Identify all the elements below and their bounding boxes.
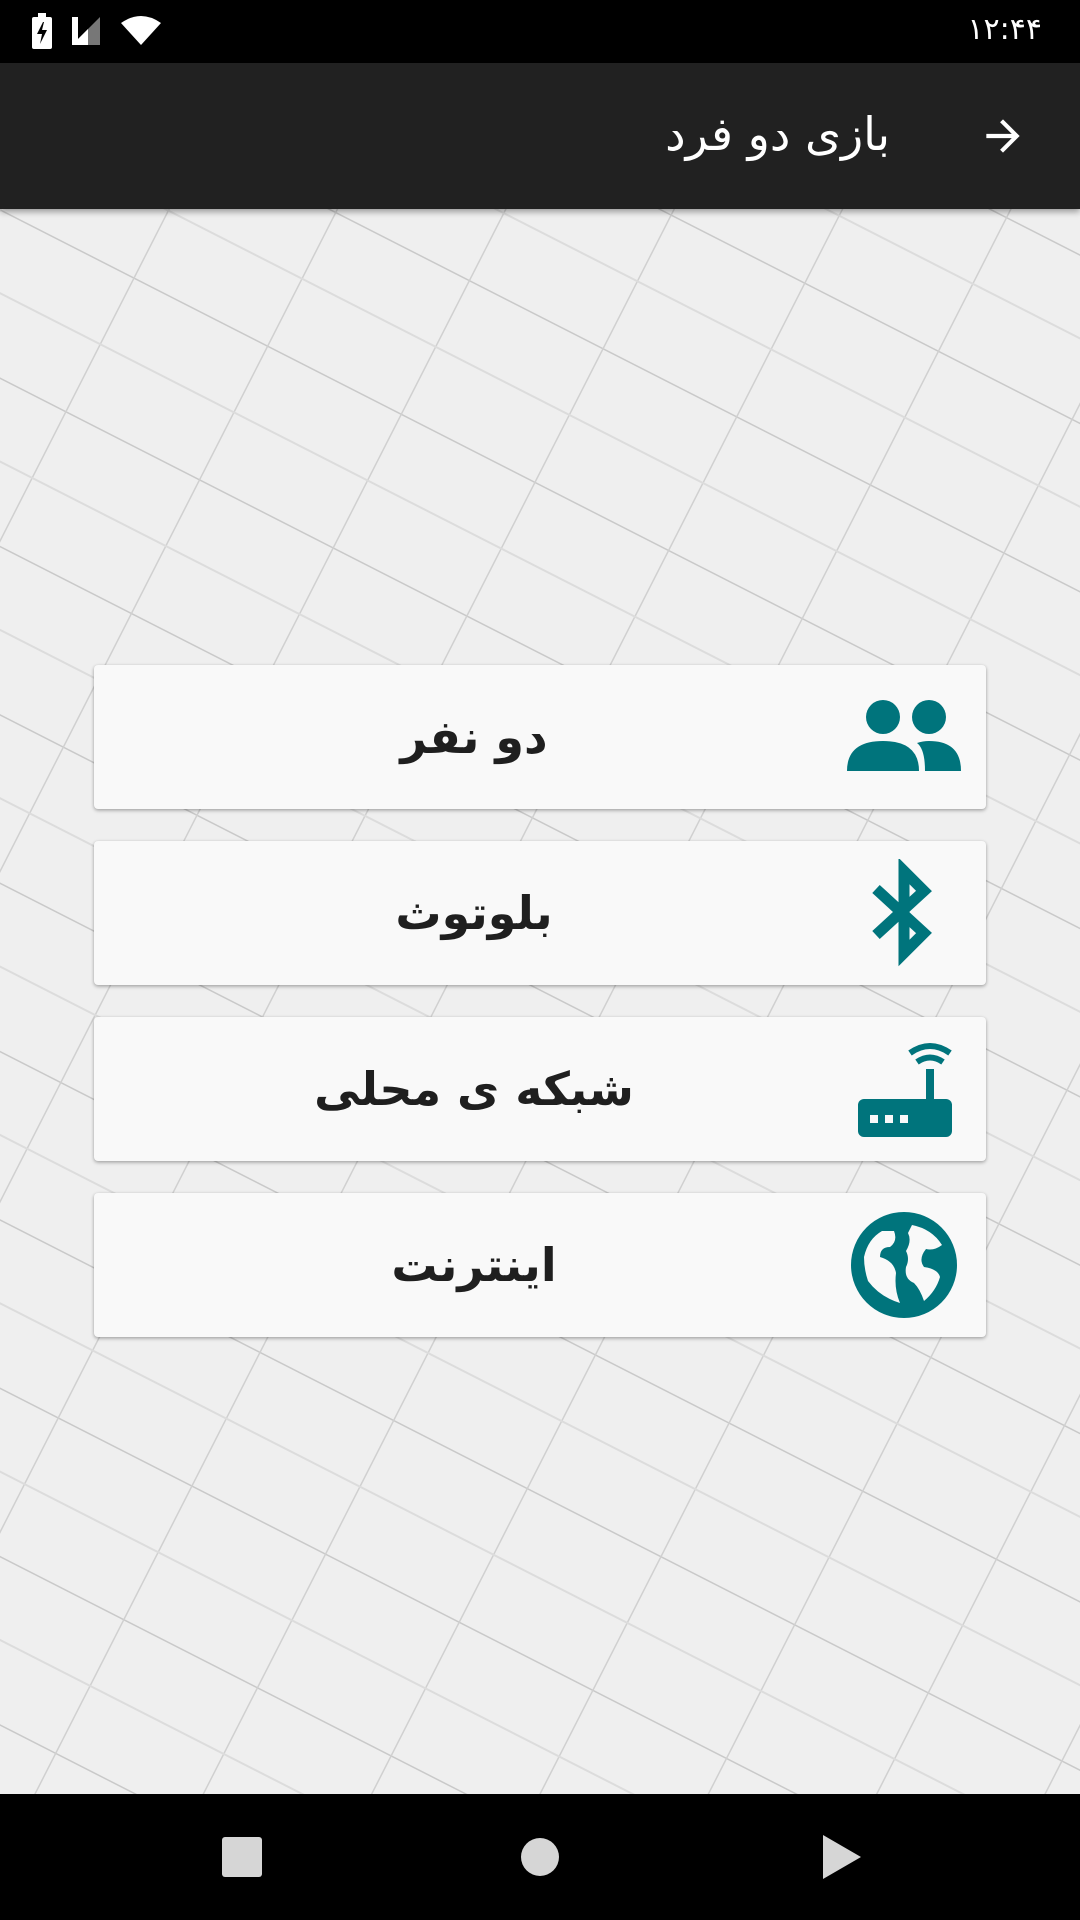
app-bar: بازی دو فرد: [0, 63, 1080, 209]
menu-item-label: اینترنت: [391, 1238, 557, 1292]
status-time: ۱۲:۴۴: [967, 12, 1042, 47]
menu-item-label: بلوتوث: [395, 886, 553, 940]
back-triangle-icon: [823, 1835, 861, 1879]
mode-menu: دو نفر بلوتوث شبکه ی محلی اینترنت: [94, 665, 986, 1369]
home-circle-icon: [521, 1838, 559, 1876]
globe-icon: [844, 1207, 964, 1323]
router-icon: [844, 1031, 964, 1147]
bluetooth-button[interactable]: بلوتوث: [94, 841, 986, 985]
system-back-button[interactable]: [808, 1824, 874, 1890]
two-player-button[interactable]: دو نفر: [94, 665, 986, 809]
menu-item-label: دو نفر: [400, 710, 548, 764]
system-nav-bar: [0, 1794, 1080, 1920]
screen: ۱۲:۴۴ بازی دو فرد دو نفر بلوتوث شبکه ی م…: [0, 0, 1080, 1920]
recents-button[interactable]: [209, 1824, 275, 1890]
content-area: دو نفر بلوتوث شبکه ی محلی اینترنت: [0, 209, 1080, 1794]
internet-button[interactable]: اینترنت: [94, 1193, 986, 1337]
wifi-icon: [120, 15, 162, 51]
cell-signal-icon: [70, 15, 102, 51]
bluetooth-icon: [844, 855, 964, 971]
menu-item-label: شبکه ی محلی: [314, 1062, 634, 1116]
status-icons: [32, 13, 162, 53]
people-icon: [844, 679, 964, 795]
arrow-forward-icon: [986, 119, 1020, 153]
local-network-button[interactable]: شبکه ی محلی: [94, 1017, 986, 1161]
back-button[interactable]: [970, 103, 1036, 169]
page-title: بازی دو فرد: [665, 107, 890, 161]
home-button[interactable]: [507, 1824, 573, 1890]
recents-square-icon: [222, 1837, 262, 1877]
status-bar: ۱۲:۴۴: [0, 0, 1080, 63]
battery-charging-icon: [32, 13, 52, 53]
